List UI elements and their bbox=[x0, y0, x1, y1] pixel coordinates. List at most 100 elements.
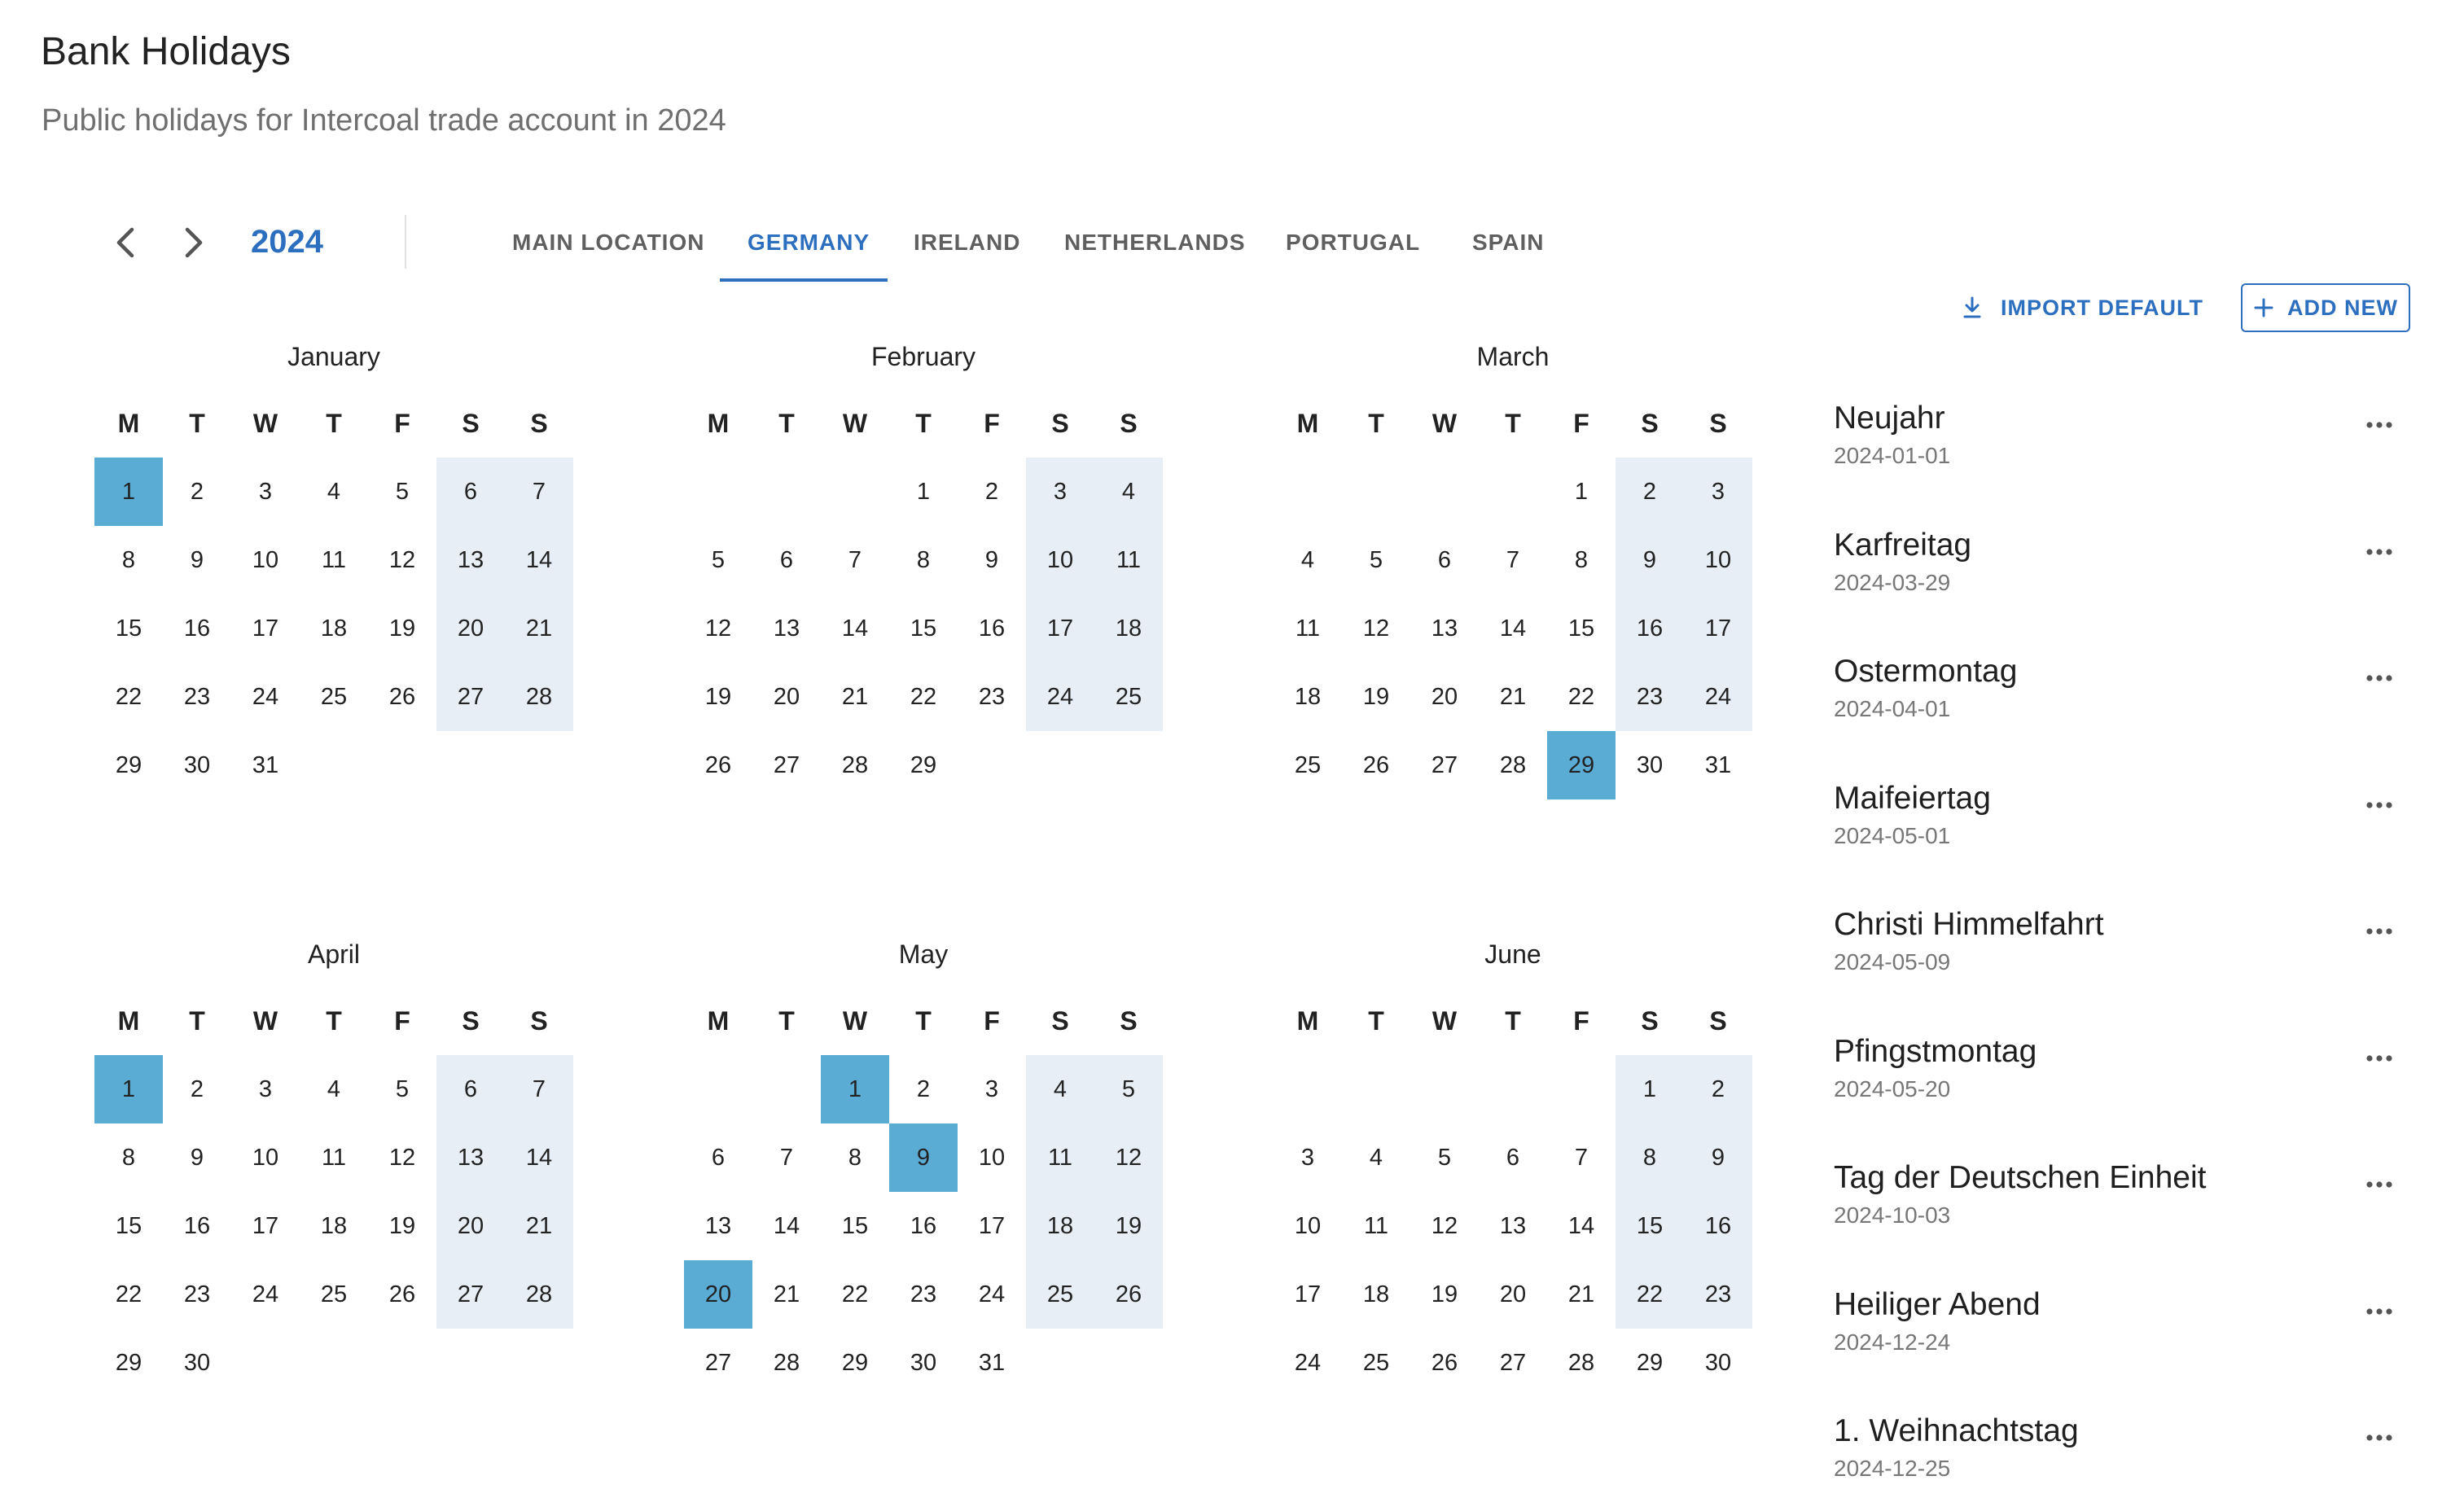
day-cell[interactable]: 26 bbox=[684, 731, 752, 799]
next-year-button[interactable] bbox=[168, 218, 217, 267]
day-cell[interactable]: 18 bbox=[1094, 594, 1163, 663]
day-cell[interactable]: 14 bbox=[505, 1123, 573, 1192]
day-cell[interactable]: 5 bbox=[368, 458, 436, 526]
day-cell[interactable]: 27 bbox=[752, 731, 821, 799]
more-options-button[interactable] bbox=[2355, 528, 2404, 576]
day-cell[interactable]: 20 bbox=[752, 663, 821, 731]
day-cell[interactable]: 22 bbox=[94, 663, 163, 731]
day-cell[interactable]: 30 bbox=[1684, 1329, 1752, 1397]
more-options-button[interactable] bbox=[2355, 1413, 2404, 1462]
day-cell[interactable]: 29 bbox=[889, 731, 958, 799]
day-cell[interactable]: 4 bbox=[1026, 1055, 1094, 1123]
day-cell[interactable]: 15 bbox=[1616, 1192, 1684, 1260]
day-cell[interactable]: 16 bbox=[1616, 594, 1684, 663]
day-cell[interactable]: 26 bbox=[368, 1260, 436, 1329]
day-cell[interactable]: 23 bbox=[163, 1260, 231, 1329]
day-cell[interactable]: 4 bbox=[1274, 526, 1342, 594]
day-cell[interactable]: 27 bbox=[436, 1260, 505, 1329]
day-cell[interactable]: 17 bbox=[231, 594, 300, 663]
day-cell[interactable]: 15 bbox=[1547, 594, 1616, 663]
tab-spain[interactable]: SPAIN bbox=[1472, 230, 1545, 256]
day-cell[interactable]: 7 bbox=[505, 458, 573, 526]
day-cell[interactable]: 5 bbox=[1094, 1055, 1163, 1123]
day-cell[interactable]: 18 bbox=[1026, 1192, 1094, 1260]
day-cell[interactable]: 19 bbox=[1410, 1260, 1479, 1329]
day-cell[interactable]: 6 bbox=[752, 526, 821, 594]
day-cell[interactable]: 24 bbox=[231, 663, 300, 731]
day-cell[interactable]: 19 bbox=[368, 594, 436, 663]
holiday-day-cell[interactable]: 1 bbox=[94, 1055, 163, 1123]
day-cell[interactable]: 7 bbox=[752, 1123, 821, 1192]
day-cell[interactable]: 26 bbox=[1094, 1260, 1163, 1329]
day-cell[interactable]: 4 bbox=[1094, 458, 1163, 526]
day-cell[interactable]: 21 bbox=[821, 663, 889, 731]
day-cell[interactable]: 19 bbox=[368, 1192, 436, 1260]
day-cell[interactable]: 22 bbox=[1547, 663, 1616, 731]
day-cell[interactable]: 19 bbox=[1342, 663, 1410, 731]
day-cell[interactable]: 27 bbox=[436, 663, 505, 731]
day-cell[interactable]: 22 bbox=[821, 1260, 889, 1329]
day-cell[interactable]: 11 bbox=[300, 1123, 368, 1192]
day-cell[interactable]: 18 bbox=[1274, 663, 1342, 731]
more-options-button[interactable] bbox=[2355, 1160, 2404, 1209]
day-cell[interactable]: 22 bbox=[1616, 1260, 1684, 1329]
more-options-button[interactable] bbox=[2355, 907, 2404, 956]
day-cell[interactable]: 25 bbox=[1342, 1329, 1410, 1397]
day-cell[interactable]: 5 bbox=[684, 526, 752, 594]
day-cell[interactable]: 24 bbox=[1274, 1329, 1342, 1397]
day-cell[interactable]: 6 bbox=[1479, 1123, 1547, 1192]
day-cell[interactable]: 19 bbox=[1094, 1192, 1163, 1260]
day-cell[interactable]: 25 bbox=[300, 663, 368, 731]
day-cell[interactable]: 7 bbox=[1479, 526, 1547, 594]
day-cell[interactable]: 2 bbox=[889, 1055, 958, 1123]
day-cell[interactable]: 3 bbox=[1684, 458, 1752, 526]
tab-germany[interactable]: GERMANY bbox=[748, 230, 870, 256]
day-cell[interactable]: 24 bbox=[958, 1260, 1026, 1329]
more-options-button[interactable] bbox=[2355, 401, 2404, 449]
add-new-button[interactable]: ADD NEW bbox=[2241, 283, 2410, 332]
day-cell[interactable]: 23 bbox=[958, 663, 1026, 731]
day-cell[interactable]: 30 bbox=[1616, 731, 1684, 799]
day-cell[interactable]: 21 bbox=[1479, 663, 1547, 731]
day-cell[interactable]: 28 bbox=[505, 663, 573, 731]
day-cell[interactable]: 12 bbox=[1094, 1123, 1163, 1192]
day-cell[interactable]: 9 bbox=[163, 526, 231, 594]
day-cell[interactable]: 29 bbox=[1616, 1329, 1684, 1397]
day-cell[interactable]: 2 bbox=[1684, 1055, 1752, 1123]
day-cell[interactable]: 22 bbox=[889, 663, 958, 731]
day-cell[interactable]: 9 bbox=[163, 1123, 231, 1192]
day-cell[interactable]: 15 bbox=[889, 594, 958, 663]
day-cell[interactable]: 6 bbox=[436, 458, 505, 526]
day-cell[interactable]: 26 bbox=[368, 663, 436, 731]
day-cell[interactable]: 28 bbox=[505, 1260, 573, 1329]
day-cell[interactable]: 29 bbox=[94, 731, 163, 799]
day-cell[interactable]: 2 bbox=[163, 1055, 231, 1123]
day-cell[interactable]: 28 bbox=[1547, 1329, 1616, 1397]
day-cell[interactable]: 7 bbox=[505, 1055, 573, 1123]
day-cell[interactable]: 10 bbox=[1274, 1192, 1342, 1260]
day-cell[interactable]: 6 bbox=[1410, 526, 1479, 594]
day-cell[interactable]: 11 bbox=[1274, 594, 1342, 663]
day-cell[interactable]: 31 bbox=[1684, 731, 1752, 799]
day-cell[interactable]: 2 bbox=[1616, 458, 1684, 526]
day-cell[interactable]: 21 bbox=[1547, 1260, 1616, 1329]
tab-netherlands[interactable]: NETHERLANDS bbox=[1064, 230, 1246, 256]
day-cell[interactable]: 14 bbox=[1479, 594, 1547, 663]
day-cell[interactable]: 5 bbox=[368, 1055, 436, 1123]
day-cell[interactable]: 17 bbox=[958, 1192, 1026, 1260]
day-cell[interactable]: 16 bbox=[889, 1192, 958, 1260]
day-cell[interactable]: 13 bbox=[436, 1123, 505, 1192]
day-cell[interactable]: 26 bbox=[1342, 731, 1410, 799]
day-cell[interactable]: 13 bbox=[436, 526, 505, 594]
day-cell[interactable]: 3 bbox=[1274, 1123, 1342, 1192]
day-cell[interactable]: 3 bbox=[958, 1055, 1026, 1123]
day-cell[interactable]: 12 bbox=[368, 1123, 436, 1192]
day-cell[interactable]: 15 bbox=[94, 1192, 163, 1260]
day-cell[interactable]: 6 bbox=[436, 1055, 505, 1123]
day-cell[interactable]: 31 bbox=[958, 1329, 1026, 1397]
day-cell[interactable]: 20 bbox=[1410, 663, 1479, 731]
day-cell[interactable]: 22 bbox=[94, 1260, 163, 1329]
day-cell[interactable]: 1 bbox=[1547, 458, 1616, 526]
day-cell[interactable]: 29 bbox=[94, 1329, 163, 1397]
day-cell[interactable]: 8 bbox=[889, 526, 958, 594]
